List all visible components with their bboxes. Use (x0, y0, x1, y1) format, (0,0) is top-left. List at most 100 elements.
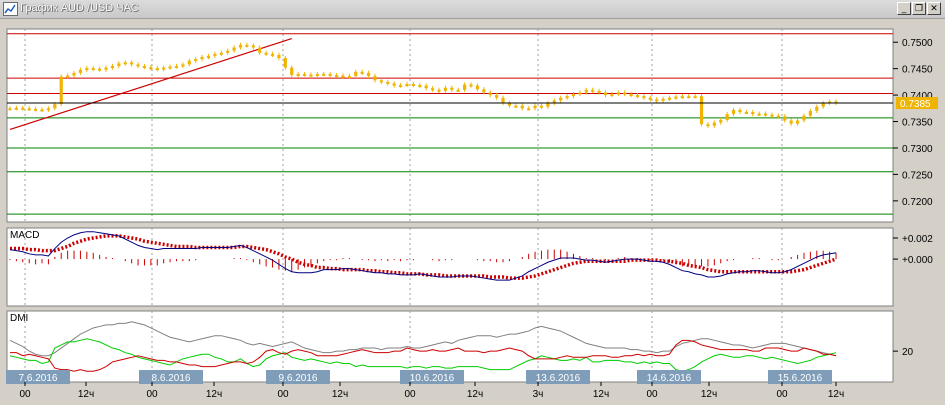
candle-body (559, 97, 563, 101)
candle-body (341, 75, 345, 78)
chart-app-icon (3, 2, 18, 16)
date-label: 15.6.2016 (778, 373, 823, 384)
candle-body (751, 112, 755, 115)
candle-body (635, 95, 640, 98)
candle-body (168, 66, 172, 69)
candle-body (655, 99, 659, 102)
candle-body (40, 109, 44, 112)
candle-body (693, 96, 697, 99)
candle-body (405, 83, 409, 86)
price-tick-label: 0.7500 (902, 38, 933, 49)
candle-body (418, 85, 422, 88)
candle-body (309, 74, 313, 77)
time-tick-label: 12ч (593, 389, 609, 400)
candle-body (181, 64, 185, 67)
candle-body (539, 105, 544, 108)
candle-body (354, 71, 358, 77)
candle-body (296, 73, 300, 76)
time-tick-label: 00 (646, 389, 658, 400)
candle-body (789, 120, 793, 124)
candle-body (610, 94, 614, 97)
candle-body (731, 109, 736, 115)
candle-body (648, 97, 652, 100)
time-tick-label: 3ч (533, 389, 544, 400)
macd-tick-label: +0.000 (902, 255, 933, 266)
candle-body (603, 92, 608, 96)
candle-body (123, 62, 127, 65)
macd-tick-label: +0.002 (902, 234, 933, 245)
time-tick-label: 12ч (78, 389, 94, 400)
date-label: 13.6.2016 (536, 373, 581, 384)
candle-body (104, 67, 108, 70)
candle-body (392, 83, 396, 86)
candle-body (642, 96, 646, 99)
candle-body (27, 108, 31, 111)
candle-body (738, 109, 742, 113)
candle-body (21, 107, 25, 110)
candle-body (783, 116, 787, 121)
price-pane[interactable]: 0.75000.74500.74000.73500.73000.72500.72… (6, 28, 938, 223)
candle-body (674, 96, 678, 99)
time-tick-label: 12ч (206, 389, 222, 400)
candle-body (219, 52, 223, 55)
price-tick-label: 0.7300 (902, 144, 933, 155)
candle-body (533, 105, 537, 109)
candle-body (661, 98, 665, 101)
candle-body (91, 68, 95, 71)
candle-body (514, 105, 518, 108)
chart-window: График AUD /USD ЧАС _ ❐ ✕ 0.7500 0.7450 0.… (0, 0, 945, 405)
candle-body (520, 105, 524, 109)
candle-body (629, 94, 633, 97)
candle-body (59, 76, 63, 105)
candle-body (373, 76, 377, 81)
candle-body (162, 67, 166, 70)
candle-body (53, 104, 57, 109)
minimize-button[interactable]: _ (897, 2, 911, 15)
candle-body (347, 76, 351, 79)
candle-body (72, 72, 76, 76)
candle-body (322, 73, 326, 76)
candle-body (527, 108, 531, 111)
candle-body (424, 85, 428, 89)
candle-body (616, 92, 620, 95)
candle-body (450, 87, 454, 90)
candle-body (78, 69, 83, 73)
candle-body (328, 73, 332, 76)
candle-body (680, 96, 684, 99)
candle-body (712, 122, 716, 126)
candle-body (623, 92, 627, 95)
candle-body (667, 97, 672, 100)
candle-body (366, 72, 371, 77)
candle-body (238, 44, 243, 48)
candle-body (245, 44, 249, 47)
candle-body (290, 67, 294, 76)
candle-body (757, 113, 761, 116)
candle-body (463, 84, 467, 90)
candle-body (334, 75, 339, 78)
candle-body (456, 89, 460, 92)
price-tick-label: 0.7450 (902, 65, 933, 76)
close-button[interactable]: ✕ (927, 2, 941, 15)
candle-body (379, 80, 383, 83)
candle-body (565, 96, 569, 99)
candle-body (302, 73, 307, 76)
time-tick-label: 00 (19, 389, 31, 400)
candle-body (411, 83, 415, 86)
candle-body (469, 84, 473, 87)
candle-body (130, 62, 134, 65)
candle-body (591, 89, 595, 92)
title-bar[interactable]: График AUD /USD ЧАС _ ❐ ✕ (0, 0, 945, 19)
restore-button[interactable]: ❐ (912, 2, 926, 15)
price-tick-label: 0.7350 (902, 118, 933, 129)
candle-body (744, 112, 748, 115)
window-title: График AUD /USD ЧАС (20, 2, 139, 14)
candle-body (232, 47, 236, 51)
candle-body (488, 92, 492, 96)
candle-body (360, 71, 364, 74)
time-tick-label: 00 (146, 389, 158, 400)
candle-body (66, 75, 70, 78)
candle-body (501, 97, 505, 104)
candle-body (136, 64, 140, 67)
chart-area[interactable]: 0.75000.74500.74000.73500.73000.72500.72… (0, 19, 945, 405)
macd-pane[interactable]: MACD +0.002 +0.000 (6, 227, 933, 307)
